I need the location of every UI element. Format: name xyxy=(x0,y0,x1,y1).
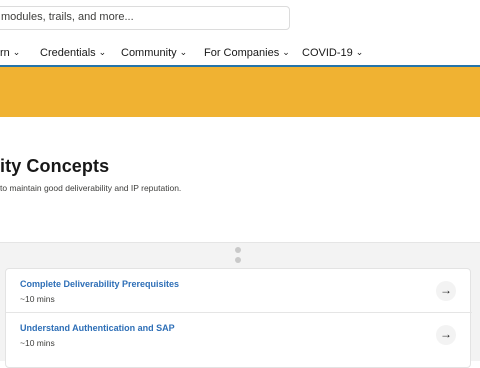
list-item[interactable]: Understand Authentication and SAP ~10 mi… xyxy=(6,313,472,356)
chevron-down-icon: ⌄ xyxy=(179,47,188,57)
unit-duration: ~10 mins xyxy=(20,294,55,304)
nav-item-credentials[interactable]: Credentials ⌄ xyxy=(40,47,106,59)
nav-item-learn[interactable]: rn ⌄ xyxy=(0,47,20,59)
nav-item-label: Community xyxy=(121,47,177,59)
nav-item-covid-19[interactable]: COVID-19 ⌄ xyxy=(302,47,363,59)
drag-handle-icon[interactable] xyxy=(235,247,241,253)
top-nav: rn ⌄ Credentials ⌄ Community ⌄ For Companie… xyxy=(0,43,480,65)
nav-item-label: Credentials xyxy=(40,47,96,59)
chevron-down-icon: ⌄ xyxy=(355,47,364,57)
arrow-right-icon[interactable]: → xyxy=(436,281,456,301)
arrow-right-icon[interactable]: → xyxy=(436,325,456,345)
page-title: ity Concepts xyxy=(0,156,110,176)
nav-item-community[interactable]: Community ⌄ xyxy=(121,47,187,59)
drag-handle-icon[interactable] xyxy=(235,257,241,263)
page-subtitle: to maintain good deliverability and IP r… xyxy=(0,183,182,193)
units-list: Complete Deliverability Prerequisites ~1… xyxy=(5,268,472,368)
list-item[interactable]: Complete Deliverability Prerequisites ~1… xyxy=(6,269,472,313)
chevron-down-icon: ⌄ xyxy=(12,47,21,57)
unit-title-link[interactable]: Complete Deliverability Prerequisites xyxy=(20,279,179,289)
search-placeholder: modules, trails, and more... xyxy=(1,11,134,23)
nav-item-for-companies[interactable]: For Companies ⌄ xyxy=(204,47,290,59)
unit-duration: ~10 mins xyxy=(20,338,55,348)
nav-item-label: COVID-19 xyxy=(302,47,353,59)
chevron-down-icon: ⌄ xyxy=(98,47,107,57)
search-input[interactable]: modules, trails, and more... xyxy=(0,6,290,30)
unit-title-link[interactable]: Understand Authentication and SAP xyxy=(20,323,175,333)
chevron-down-icon: ⌄ xyxy=(282,47,290,57)
nav-item-label: rn xyxy=(0,47,10,59)
hero-banner xyxy=(0,67,480,117)
nav-item-label: For Companies xyxy=(204,47,280,59)
